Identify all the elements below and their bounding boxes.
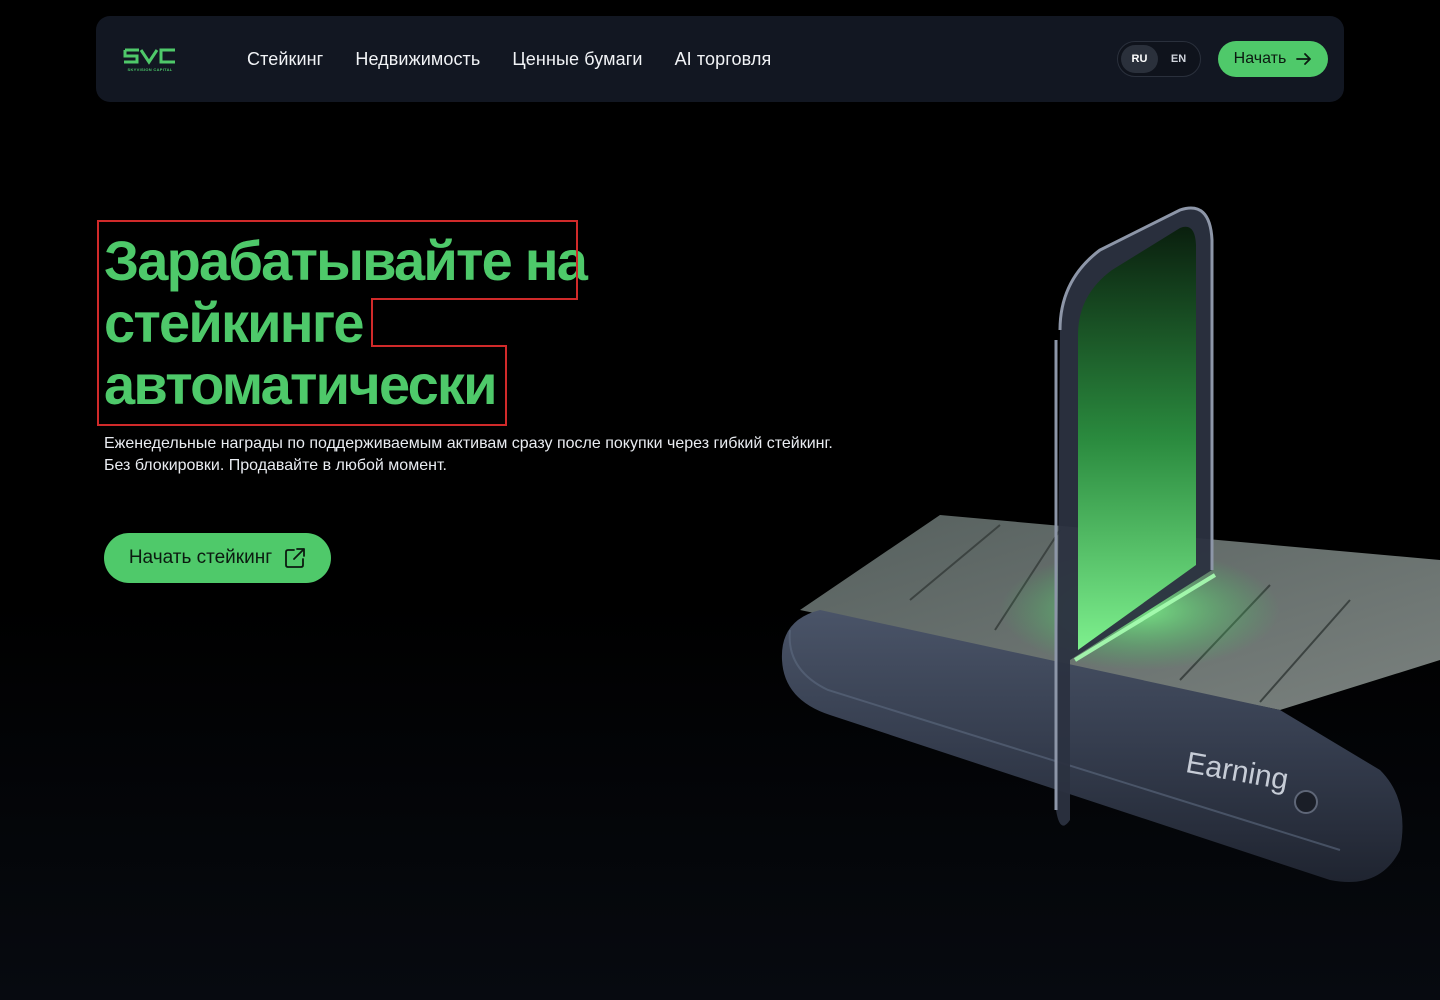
external-link-icon	[285, 548, 306, 568]
staking-illustration: Earning	[781, 206, 1440, 882]
start-staking-label: Начать стейкинг	[128, 547, 273, 568]
start-staking-button[interactable]: Начать стейкинг	[104, 533, 331, 583]
power-button-icon	[1294, 790, 1318, 814]
